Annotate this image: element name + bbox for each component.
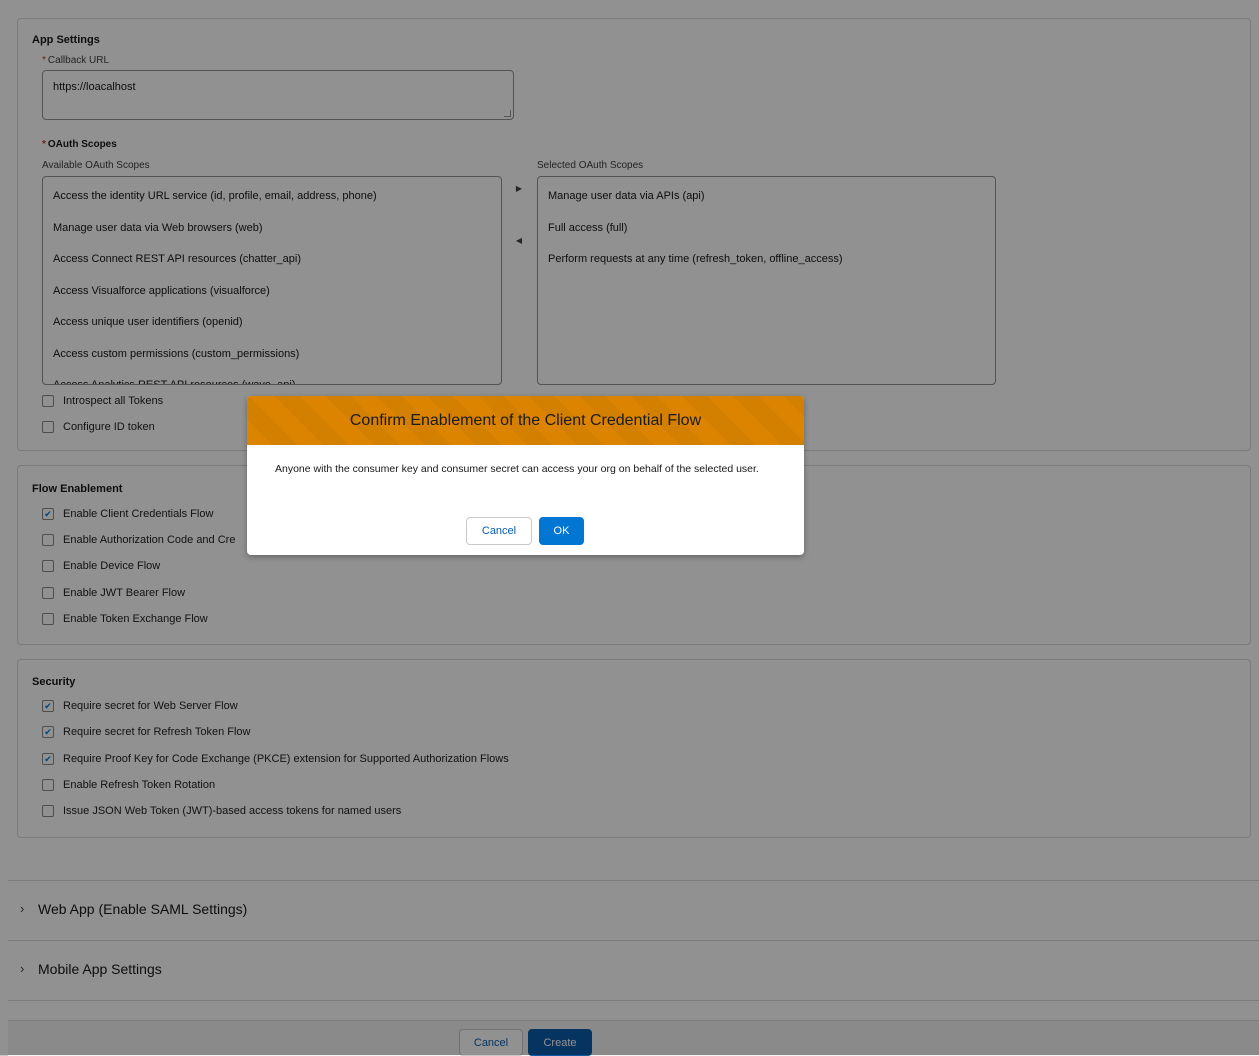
modal-cancel-button[interactable]: Cancel — [466, 517, 532, 545]
modal-ok-button[interactable]: OK — [539, 517, 584, 545]
modal-body-text: Anyone with the consumer key and consume… — [275, 463, 759, 475]
modal-title: Confirm Enablement of the Client Credent… — [349, 411, 702, 429]
modal-header: Confirm Enablement of the Client Credent… — [247, 396, 804, 445]
confirm-modal: Confirm Enablement of the Client Credent… — [247, 396, 804, 555]
